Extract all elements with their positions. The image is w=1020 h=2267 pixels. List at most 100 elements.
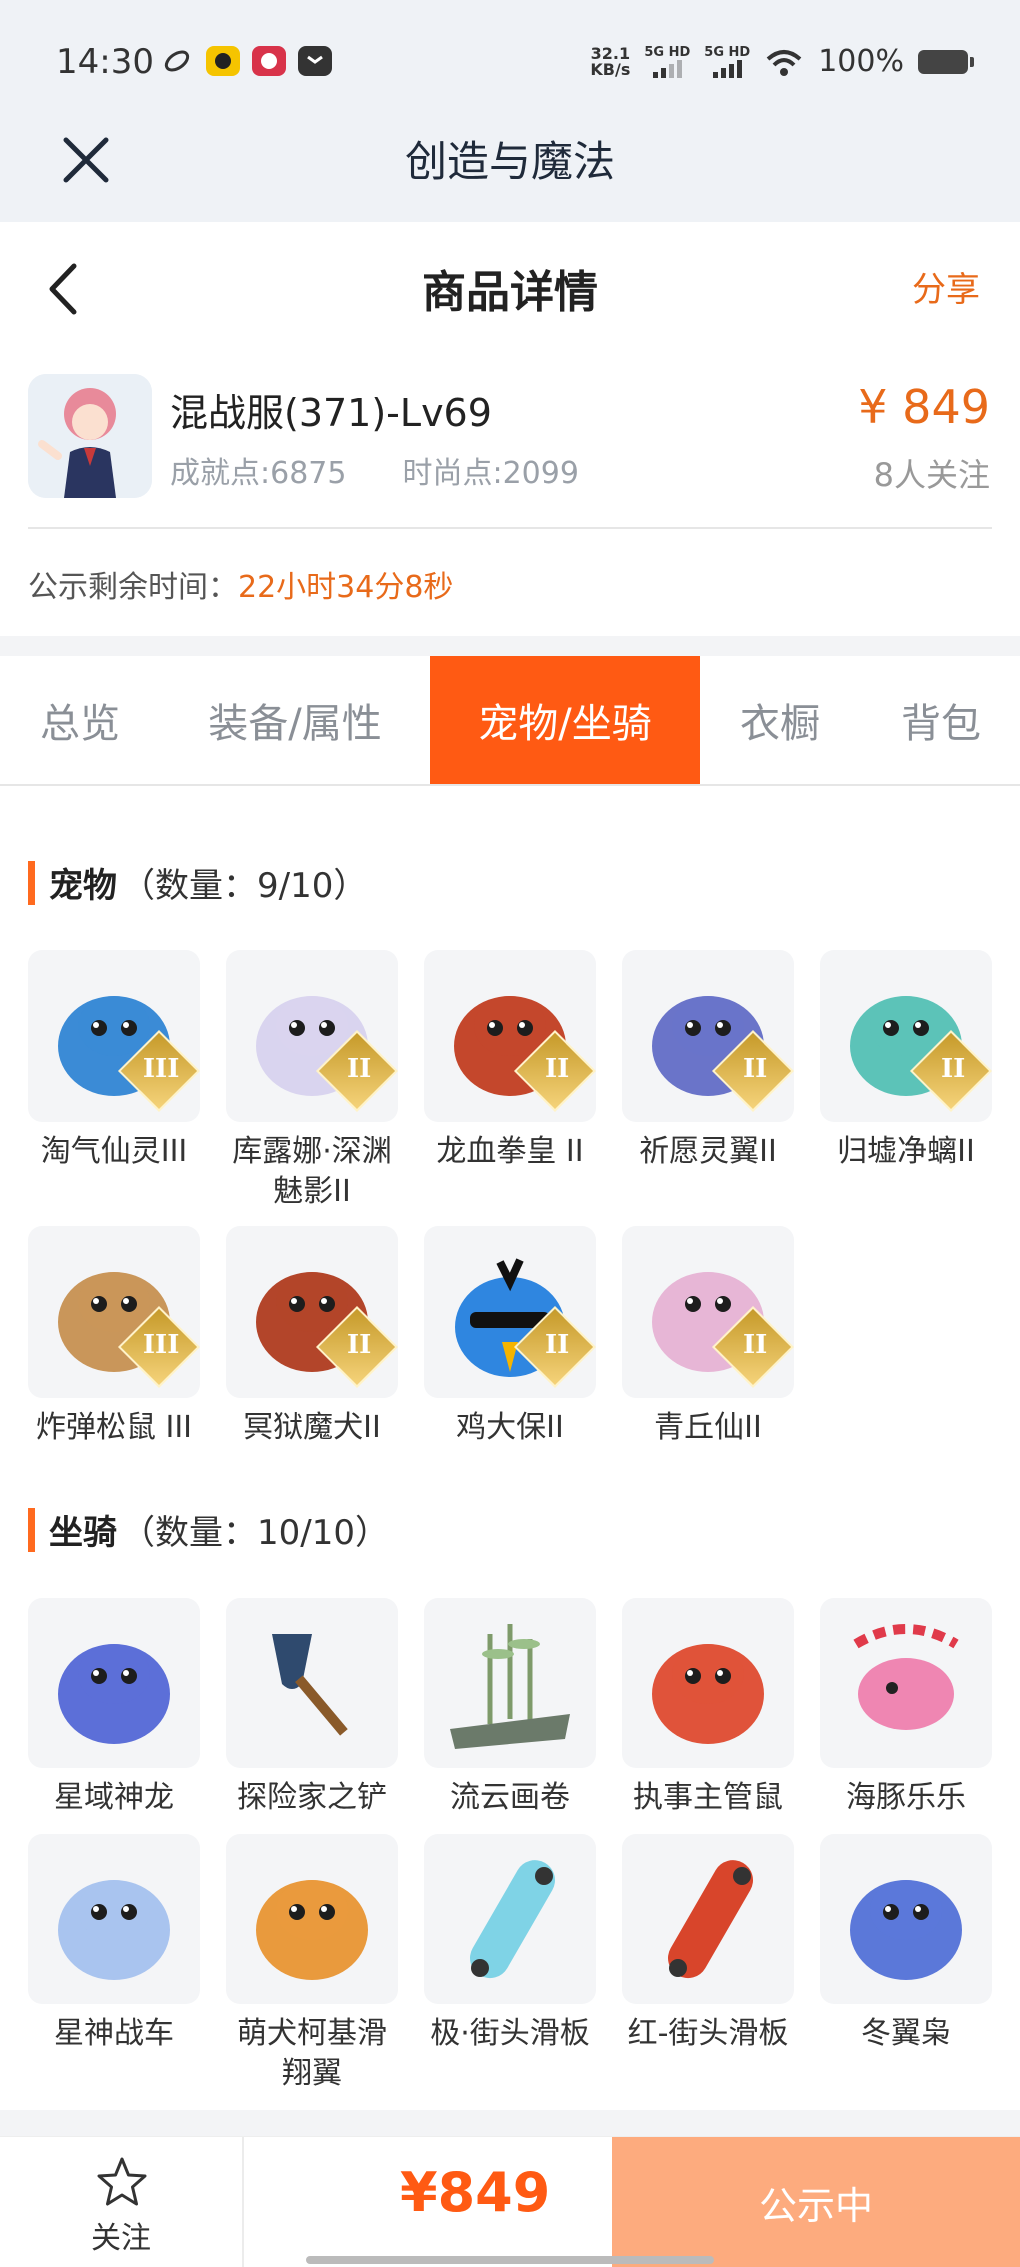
mount-item[interactable]: 海豚乐乐 <box>820 1598 992 1818</box>
mount-item[interactable]: 执事主管鼠 <box>622 1598 794 1818</box>
item-name: 执事主管鼠 <box>633 1780 783 1815</box>
hell-hound-icon: II <box>226 1226 398 1398</box>
tab-backpack[interactable]: 背包 <box>862 656 1020 784</box>
mount-item[interactable]: 萌犬柯基滑翔翼 <box>226 1834 398 2094</box>
pegasus-chariot-icon <box>28 1834 200 2004</box>
tier-label: III <box>142 1053 180 1084</box>
tab-equipment[interactable]: 装备/属性 <box>172 656 418 784</box>
pet-item[interactable]: III 炸弹松鼠 III <box>28 1226 200 1448</box>
mounts-section-title: 坐骑 （数量：10/10） <box>28 1505 389 1554</box>
mount-item[interactable]: 探险家之铲 <box>226 1598 398 1818</box>
follower-count: 8人关注 <box>873 456 990 494</box>
mount-item[interactable]: 红-街头滑板 <box>622 1834 794 2054</box>
item-name: 红-街头滑板 <box>627 2016 789 2051</box>
item-name: 库露娜·深渊魅影II <box>232 1134 392 1209</box>
pet-item[interactable]: II 归墟净螭II <box>820 950 992 1172</box>
signal-icon-2: 5G HD <box>704 45 750 78</box>
mount-item[interactable]: 星神战车 <box>28 1834 200 2054</box>
mount-item[interactable]: 极·街头滑板 <box>424 1834 596 2054</box>
follow-label: 关注 <box>91 2221 151 2256</box>
tier-label: III <box>142 1329 180 1360</box>
blue-puppy-icon: III <box>28 950 200 1122</box>
section-accent-bar <box>28 860 35 905</box>
pet-item[interactable]: II 鸡大保II <box>424 1226 596 1448</box>
fashion-points: 时尚点:2099 <box>402 456 579 491</box>
battery-percent: 100% <box>818 44 904 79</box>
item-name: 祈愿灵翼II <box>639 1134 777 1169</box>
item-name: 鸡大保II <box>456 1410 564 1445</box>
tier-label: II <box>346 1329 372 1360</box>
white-spirit-girl-icon: II <box>226 950 398 1122</box>
message-icon <box>298 46 332 76</box>
fox-fairy-icon: II <box>622 1226 794 1398</box>
tab-pets-mounts[interactable]: 宠物/坐骑 <box>430 656 700 784</box>
net-speed: 32.1 KB/s <box>590 45 631 79</box>
countdown-value: 22小时34分8秒 <box>238 570 454 605</box>
pet-item[interactable]: II 冥狱魔犬II <box>226 1226 398 1448</box>
mount-item[interactable]: 流云画卷 <box>424 1598 596 1818</box>
achievement-points: 成就点:6875 <box>170 456 347 491</box>
share-button[interactable]: 分享 <box>912 262 980 311</box>
item-name: 冬翼枭 <box>861 2016 951 2051</box>
footer-gap <box>0 2110 1020 2136</box>
wifi-icon <box>766 49 802 76</box>
corgi-glider-icon <box>226 1834 398 2004</box>
character-avatar <box>28 374 152 498</box>
net-speed-unit: KB/s <box>590 59 631 79</box>
app-notification-icon <box>206 46 240 76</box>
squirrel-icon: III <box>28 1226 200 1398</box>
item-name: 极·街头滑板 <box>430 2016 590 2051</box>
pink-dolphin-icon <box>820 1598 992 1768</box>
cyan-dragon-icon: II <box>820 950 992 1122</box>
countdown: 公示剩余时间：22小时34分8秒 <box>28 562 453 606</box>
pets-title: 宠物 <box>49 866 117 906</box>
tier-label: II <box>544 1053 570 1084</box>
red-dragon-fighter-icon: II <box>424 950 596 1122</box>
pet-item[interactable]: II 库露娜·深渊魅影II <box>226 950 398 1212</box>
signal-icon-1: 5G HD <box>644 45 690 78</box>
product-summary: 混战服(371)-Lv69 成就点:6875 时尚点:2099 ¥ 849 8人… <box>0 370 1020 530</box>
follow-button[interactable]: 关注 <box>0 2137 244 2267</box>
tab-bar: 总览 装备/属性 宠物/坐骑 衣橱 背包 <box>0 656 1020 786</box>
bottom-bar: 关注 ¥849 公示中 <box>0 2136 1020 2267</box>
mounts-title: 坐骑 <box>49 1513 117 1553</box>
skateboard-red-icon <box>622 1834 794 2004</box>
status-bar: 14:30 32.1 KB/s 5G HD 5G HD 100% <box>0 0 1020 120</box>
mount-item[interactable]: 星域神龙 <box>28 1598 200 1818</box>
item-name: 探险家之铲 <box>237 1780 387 1815</box>
item-name: 星神战车 <box>54 2016 174 2051</box>
divider <box>28 527 992 529</box>
pet-item[interactable]: II 龙血拳皇 II <box>424 950 596 1172</box>
page-header: 商品详情 分享 <box>0 222 1020 352</box>
pet-item[interactable]: II 祈愿灵翼II <box>622 950 794 1172</box>
bamboo-scroll-icon <box>424 1598 596 1768</box>
butler-rat-icon <box>622 1598 794 1768</box>
app-header: 创造与魔法 <box>0 110 1020 222</box>
home-indicator <box>306 2256 714 2264</box>
section-accent-bar <box>28 1507 35 1552</box>
pet-item[interactable]: II 青丘仙II <box>622 1226 794 1448</box>
tab-overview[interactable]: 总览 <box>0 656 160 784</box>
publicity-status-button[interactable]: 公示中 <box>612 2137 1020 2267</box>
tier-label: II <box>742 1053 768 1084</box>
notification-icons <box>160 46 332 76</box>
blue-eagle-icon: II <box>622 950 794 1122</box>
signal-label-1: 5G HD <box>644 45 691 60</box>
status-time: 14:30 <box>56 42 154 82</box>
snow-owl-icon <box>820 1834 992 2004</box>
tier-label: II <box>742 1329 768 1360</box>
product-stats: 成就点:6875 时尚点:2099 <box>170 448 579 492</box>
mount-item[interactable]: 冬翼枭 <box>820 1834 992 2054</box>
tier-label: II <box>940 1053 966 1084</box>
shovel-icon <box>226 1598 398 1768</box>
battery-icon <box>918 49 974 74</box>
tab-wardrobe[interactable]: 衣橱 <box>712 656 848 784</box>
star-dragon-icon <box>28 1598 200 1768</box>
blue-bird-sunglasses-icon: II <box>424 1226 596 1398</box>
section-gap <box>0 636 1020 656</box>
signal-label-2: 5G HD <box>704 45 751 60</box>
pets-section-title: 宠物 （数量：9/10） <box>28 858 367 907</box>
pets-count: （数量：9/10） <box>121 866 368 906</box>
pet-item[interactable]: III 淘气仙灵III <box>28 950 200 1172</box>
star-icon <box>97 2157 147 2206</box>
